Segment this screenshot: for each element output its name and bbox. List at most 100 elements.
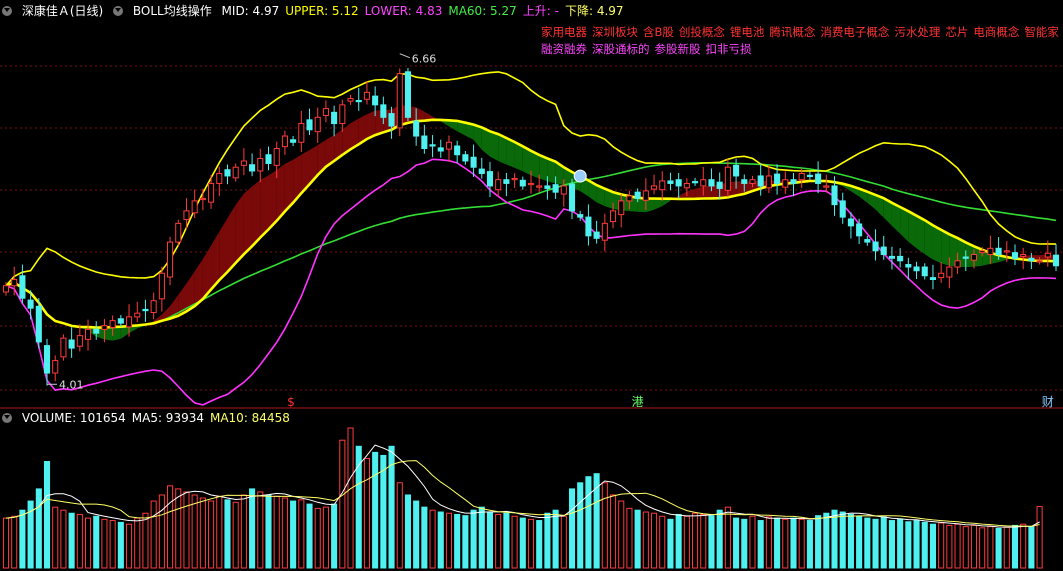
candle[interactable] xyxy=(421,124,428,154)
candle[interactable] xyxy=(437,139,444,158)
volume-bar[interactable] xyxy=(790,517,797,569)
volume-bar[interactable] xyxy=(413,500,420,569)
candle[interactable] xyxy=(257,148,264,183)
volume-bar[interactable] xyxy=(249,488,256,569)
candle[interactable] xyxy=(782,171,789,194)
volume-bar[interactable] xyxy=(322,506,329,569)
candle[interactable] xyxy=(142,299,149,322)
volume-bar[interactable] xyxy=(839,511,846,569)
volume-bar[interactable] xyxy=(946,524,953,569)
candle[interactable] xyxy=(84,319,92,351)
volume-bar[interactable] xyxy=(265,494,272,569)
volume-bar[interactable] xyxy=(938,522,945,569)
candle[interactable] xyxy=(134,301,141,323)
volume-bar[interactable] xyxy=(109,520,116,569)
volume-bar[interactable] xyxy=(798,518,805,569)
candle[interactable] xyxy=(921,263,928,280)
volume-bar[interactable] xyxy=(1028,526,1035,569)
volume-bar[interactable] xyxy=(979,527,986,569)
concept-tag[interactable]: 融资融券 xyxy=(541,42,587,56)
candle[interactable] xyxy=(52,355,59,382)
volume-bar[interactable] xyxy=(495,513,502,569)
candle[interactable] xyxy=(503,172,510,197)
candle[interactable] xyxy=(158,266,165,312)
volume-bar[interactable] xyxy=(585,476,592,569)
candle[interactable] xyxy=(249,153,256,177)
volume-bar[interactable] xyxy=(651,512,658,569)
candle[interactable] xyxy=(495,171,502,197)
volume-bar[interactable] xyxy=(503,512,510,569)
candle[interactable] xyxy=(290,136,297,147)
volume-bars[interactable] xyxy=(2,427,1043,569)
candle[interactable] xyxy=(19,264,26,304)
volume-bar[interactable] xyxy=(84,517,92,569)
volume-bar[interactable] xyxy=(175,488,182,569)
volume-bar[interactable] xyxy=(1020,523,1027,569)
volume-bar[interactable] xyxy=(470,509,477,569)
volume-bar[interactable] xyxy=(216,495,223,569)
volume-bar[interactable] xyxy=(527,518,535,569)
volume-bar[interactable] xyxy=(913,520,920,569)
volume-bar[interactable] xyxy=(486,511,494,569)
candle[interactable] xyxy=(667,172,674,191)
volume-bar[interactable] xyxy=(577,482,584,569)
volume-bar[interactable] xyxy=(314,507,321,569)
volume-bar[interactable] xyxy=(52,506,59,569)
concept-tag[interactable]: 腾讯概念 xyxy=(769,25,815,39)
concept-tag[interactable]: 家用电器 xyxy=(541,25,587,39)
event-marker[interactable]: $ xyxy=(287,395,295,409)
volume-bar[interactable] xyxy=(134,517,141,569)
candle[interactable] xyxy=(462,151,469,165)
volume-bar[interactable] xyxy=(692,512,699,569)
candle[interactable] xyxy=(199,188,206,211)
candle[interactable] xyxy=(232,163,239,182)
volume-bar[interactable] xyxy=(708,515,715,569)
volume-bar[interactable] xyxy=(208,500,215,569)
concept-tag[interactable]: 参股新股 xyxy=(655,42,701,56)
concept-tag[interactable]: 深圳板块 xyxy=(592,25,638,39)
candle[interactable] xyxy=(331,105,338,137)
volume-bar[interactable] xyxy=(1011,524,1019,569)
volume-bar[interactable] xyxy=(224,499,231,569)
volume-bar[interactable] xyxy=(150,500,157,569)
volume-bar[interactable] xyxy=(995,527,1002,569)
candle[interactable] xyxy=(1052,243,1060,272)
candle[interactable] xyxy=(872,229,879,261)
volume-bar[interactable] xyxy=(306,503,313,569)
volume-bar[interactable] xyxy=(765,516,772,569)
volume-bar[interactable] xyxy=(831,509,838,569)
volume-bar[interactable] xyxy=(43,461,51,569)
volume-bar[interactable] xyxy=(101,518,108,569)
candle[interactable] xyxy=(454,140,461,163)
volume-bar[interactable] xyxy=(536,520,543,569)
candle[interactable] xyxy=(167,236,174,286)
volume-bar[interactable] xyxy=(158,494,165,569)
candle[interactable] xyxy=(306,108,313,136)
candle[interactable] xyxy=(839,192,846,224)
volume-bar[interactable] xyxy=(290,500,297,569)
volume-bar[interactable] xyxy=(815,515,822,569)
candle[interactable] xyxy=(404,68,411,122)
candle[interactable] xyxy=(585,204,592,246)
candle[interactable] xyxy=(240,148,247,176)
volume-bar[interactable] xyxy=(733,517,740,569)
candle[interactable] xyxy=(913,261,920,279)
volume-bar[interactable] xyxy=(2,517,10,569)
volume-bar[interactable] xyxy=(429,509,436,569)
candle[interactable] xyxy=(864,235,871,246)
candle[interactable] xyxy=(216,166,223,197)
volume-bar[interactable] xyxy=(724,506,731,569)
candle[interactable] xyxy=(519,176,526,190)
volume-bar[interactable] xyxy=(93,515,100,569)
volume-bar[interactable] xyxy=(117,521,124,569)
candle[interactable] xyxy=(339,99,346,132)
volume-bar[interactable] xyxy=(339,439,346,569)
volume-bar[interactable] xyxy=(962,526,969,569)
volume-bar[interactable] xyxy=(774,517,781,569)
candle[interactable] xyxy=(938,262,945,283)
volume-bar[interactable] xyxy=(700,513,707,569)
volume-bar[interactable] xyxy=(970,524,978,569)
volume-bar[interactable] xyxy=(987,526,994,569)
volume-bar[interactable] xyxy=(560,515,567,569)
candle[interactable] xyxy=(314,107,321,143)
